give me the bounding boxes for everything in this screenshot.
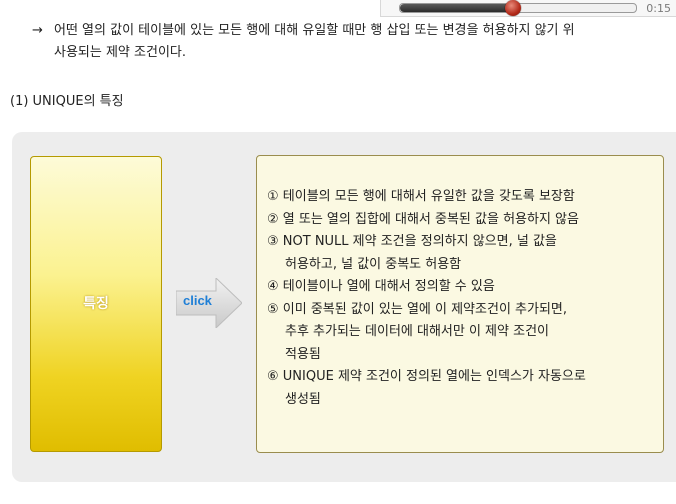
feature-item: ⑤ 이미 중복된 값이 있는 열에 이 제약조건이 추가되면, — [267, 301, 568, 317]
arrow-icon: → — [32, 23, 43, 38]
feature-item: ⑥ UNIQUE 제약 조건이 정의된 열에는 인덱스가 자동으로 — [267, 369, 586, 384]
description: → 어떤 열의 값이 테이블에 있는 모든 행에 대해 유일할 때만 행 삽입 또… — [32, 20, 676, 64]
feature-box: 특징 — [30, 156, 162, 452]
feature-item-continuation: 허용하고, 널 값이 중복도 허용함 — [285, 256, 462, 272]
feature-item-continuation: 적용됨 — [285, 346, 321, 362]
feature-item: ③ NOT NULL 제약 조건을 정의하지 않으면, 널 값을 — [267, 234, 557, 249]
feature-item: ① 테이블의 모든 행에 대해서 유일한 값을 갖도록 보장함 — [267, 189, 575, 204]
features-list: ① 테이블의 모든 행에 대해서 유일한 값을 갖도록 보장함 ② 열 또는 열의… — [267, 186, 676, 411]
feature-label: 특징 — [83, 296, 109, 312]
feature-item-continuation: 생성됨 — [285, 391, 321, 407]
progress-fill — [400, 4, 514, 12]
feature-item: ④ 테이블이나 열에 대해서 정의할 수 있음 — [267, 279, 495, 294]
description-line-1: 어떤 열의 값이 테이블에 있는 모든 행에 대해 유일할 때만 행 삽입 또는… — [54, 23, 575, 38]
description-line-2: 사용되는 제약 조건이다. — [54, 45, 186, 60]
section-heading: (1) UNIQUE의 특징 — [10, 94, 124, 109]
click-label[interactable]: click — [183, 293, 212, 308]
progress-track[interactable] — [399, 0, 637, 16]
feature-item-continuation: 추후 추가되는 데이터에 대해서만 이 제약 조건이 — [285, 324, 549, 339]
progress-thumb[interactable] — [505, 0, 522, 16]
media-player: 0:15 — [380, 0, 676, 17]
feature-item: ② 열 또는 열의 집합에 대해서 중복된 값을 허용하지 않음 — [267, 211, 579, 227]
playback-time: 0:15 — [646, 2, 671, 15]
